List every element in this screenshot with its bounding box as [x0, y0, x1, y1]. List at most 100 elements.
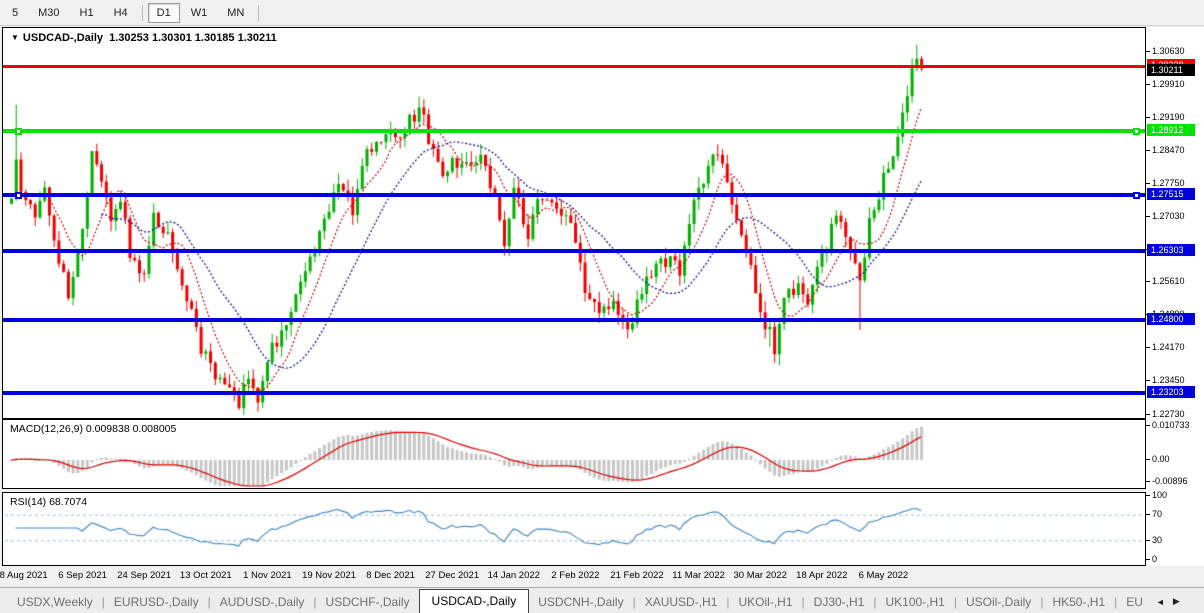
date-tick-label: 11 Mar 2022 [672, 570, 725, 581]
price-badge-green: 1.28912 [1147, 124, 1195, 136]
price-tick-label: 1.30630 [1152, 46, 1185, 57]
candlestick-chart-canvas[interactable] [3, 28, 1145, 418]
macd-indicator-pane: MACD(12,26,9) 0.009838 0.008005 [2, 419, 1146, 489]
chart-tab-bar: USDX,Weekly|EURUSD-,Daily|AUDUSD-,Daily|… [0, 587, 1204, 613]
rsi-axis-label: 100 [1152, 490, 1167, 501]
price-tick-label: 1.29190 [1152, 112, 1185, 123]
date-axis[interactable]: 18 Aug 2021 6 Sep 2021 24 Sep 2021 13 Oct 2… [2, 566, 1146, 587]
ohlc-close: 1.30211 [238, 32, 277, 44]
axis-tick-mark [1146, 117, 1150, 118]
axis-tick-mark [1146, 51, 1150, 52]
date-tick-label: 18 Apr 2022 [796, 570, 847, 581]
axis-tick-mark [1146, 347, 1150, 348]
chart-title: ▼ USDCAD-,Daily 1.30253 1.30301 1.30185 1… [11, 32, 277, 44]
price-badge-blue: 1.24800 [1147, 313, 1195, 325]
axis-tick-mark [1146, 514, 1150, 515]
line-anchor-handle[interactable] [1133, 128, 1140, 135]
tab-dj30-h1[interactable]: DJ30-,H1 [805, 591, 874, 613]
axis-tick-mark [1146, 414, 1150, 415]
tab-scroll-left[interactable]: ◄ [1152, 597, 1169, 613]
ohlc-open: 1.30253 [109, 32, 149, 44]
price-tick-label: 1.22730 [1152, 409, 1185, 420]
support-line-1.248[interactable] [3, 318, 1145, 322]
date-tick-label: 6 May 2022 [859, 570, 909, 581]
tab-eu[interactable]: EU [1117, 591, 1152, 613]
support-line-1.26303[interactable] [3, 249, 1145, 253]
price-tick-label: 1.28470 [1152, 145, 1185, 156]
date-tick-label: 21 Feb 2022 [610, 570, 663, 581]
tab-eurusd-daily[interactable]: EURUSD-,Daily [105, 591, 208, 613]
axis-tick-mark [1146, 380, 1150, 381]
price-badge-blue: 1.27515 [1147, 188, 1195, 200]
date-tick-label: 27 Dec 2021 [425, 570, 479, 581]
tab-ukoil-h1[interactable]: UKOil-,H1 [730, 591, 802, 613]
line-anchor-handle[interactable] [1133, 192, 1140, 199]
line-anchor-handle[interactable] [15, 128, 22, 135]
support-line-1.27515[interactable] [3, 193, 1145, 197]
price-badge-blue: 1.23203 [1147, 386, 1195, 398]
axis-tick-mark [1146, 559, 1150, 560]
date-tick-label: 18 Aug 2021 [0, 570, 48, 581]
rsi-axis-label: 0 [1152, 554, 1157, 565]
toolbar-separator [258, 5, 259, 21]
axis-tick-mark [1146, 495, 1150, 496]
timeframe-button-5[interactable]: 5 [3, 3, 27, 23]
tab-scroll-right[interactable]: ▶ [1169, 596, 1184, 613]
axis-tick-mark [1146, 459, 1150, 460]
date-tick-label: 14 Jan 2022 [488, 570, 540, 581]
price-tick-label: 1.29910 [1152, 79, 1185, 90]
timeframe-toolbar: 5M30H1H4 D1W1MN [0, 0, 1204, 26]
timeframe-button-mn[interactable]: MN [218, 3, 253, 23]
axis-tick-mark [1146, 150, 1150, 151]
tab-usdcad-daily[interactable]: USDCAD-,Daily [419, 589, 530, 613]
date-tick-label: 24 Sep 2021 [117, 570, 171, 581]
support-line-1.23203[interactable] [3, 391, 1145, 395]
trading-terminal-window: 5M30H1H4 D1W1MN ▼ USDCAD-,Daily 1.30253 1.… [0, 0, 1204, 613]
macd-label: MACD(12,26,9) 0.009838 0.008005 [10, 423, 176, 435]
price-tick-label: 1.25610 [1152, 276, 1185, 287]
support-line-1.28912[interactable] [3, 129, 1145, 133]
ohlc-high: 1.30301 [152, 32, 192, 44]
main-chart-pane: ▼ USDCAD-,Daily 1.30253 1.30301 1.30185 1… [2, 27, 1146, 419]
price-tick-label: 1.24170 [1152, 342, 1185, 353]
price-tick-label: 1.27030 [1152, 211, 1185, 222]
axis-tick-mark [1146, 540, 1150, 541]
timeframe-button-d1[interactable]: D1 [148, 3, 180, 23]
timeframe-button-m30[interactable]: M30 [29, 3, 68, 23]
tab-xauusd-h1[interactable]: XAUUSD-,H1 [636, 591, 727, 613]
tab-uk100-h1[interactable]: UK100-,H1 [876, 591, 953, 613]
date-tick-label: 19 Nov 2021 [302, 570, 356, 581]
date-tick-label: 13 Oct 2021 [180, 570, 232, 581]
timeframe-button-h4[interactable]: H4 [105, 3, 137, 23]
line-anchor-handle[interactable] [15, 192, 22, 199]
price-badge-black: 1.30211 [1147, 64, 1195, 76]
tab-hk50-h1[interactable]: HK50-,H1 [1043, 591, 1114, 613]
tab-usdx-weekly[interactable]: USDX,Weekly [8, 591, 102, 613]
rsi-axis-label: 30 [1152, 535, 1162, 546]
macd-axis-label: -0.00896 [1152, 476, 1188, 487]
timeframe-button-h1[interactable]: H1 [71, 3, 103, 23]
price-badge-blue: 1.26303 [1147, 244, 1195, 256]
macd-axis-label: 0.00 [1152, 454, 1170, 465]
chart-symbol-label: USDCAD-,Daily [23, 32, 103, 44]
tab-audusd-daily[interactable]: AUDUSD-,Daily [211, 591, 314, 613]
axis-tick-mark [1146, 281, 1150, 282]
date-tick-label: 30 Mar 2022 [734, 570, 787, 581]
date-tick-label: 1 Nov 2021 [243, 570, 292, 581]
resistance-line-1.30328[interactable] [3, 65, 1145, 68]
tab-usdchf-daily[interactable]: USDCHF-,Daily [317, 591, 419, 613]
date-tick-label: 6 Sep 2021 [58, 570, 107, 581]
date-tick-label: 2 Feb 2022 [551, 570, 599, 581]
price-axis[interactable]: 1.306301.299101.291901.284701.277501.270… [1146, 27, 1204, 566]
axis-tick-mark [1146, 425, 1150, 426]
ohlc-low: 1.30185 [195, 32, 235, 44]
rsi-canvas[interactable] [3, 493, 1145, 565]
tab-usdcnh-daily[interactable]: USDCNH-,Daily [529, 591, 632, 613]
axis-tick-mark [1146, 216, 1150, 217]
rsi-axis-label: 70 [1152, 509, 1162, 520]
tab-usoil-daily[interactable]: USOil-,Daily [957, 591, 1040, 613]
macd-axis-label: 0.010733 [1152, 420, 1190, 431]
timeframe-button-w1[interactable]: W1 [182, 3, 217, 23]
chart-dropdown-icon[interactable]: ▼ [11, 33, 19, 42]
axis-tick-mark [1146, 183, 1150, 184]
